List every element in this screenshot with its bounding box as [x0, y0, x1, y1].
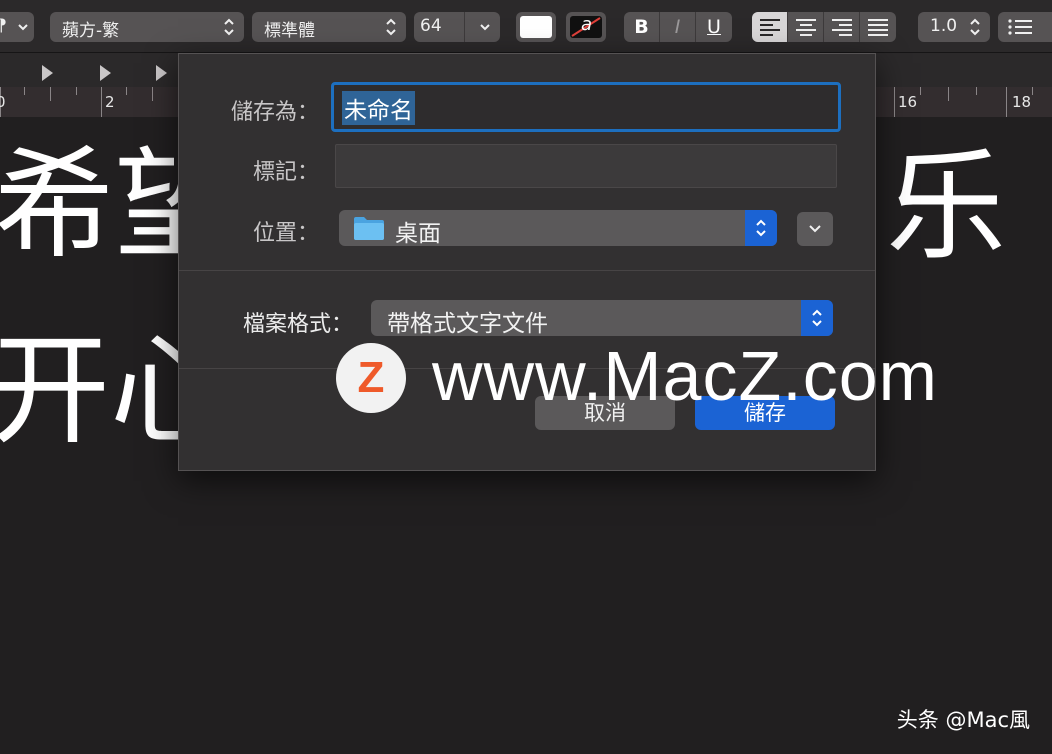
align-center-button[interactable] — [788, 12, 824, 42]
updown-chevron-icon — [224, 18, 234, 36]
underline-label: U — [707, 16, 721, 38]
file-format-stepper[interactable] — [801, 300, 833, 336]
save-as-input[interactable]: 未命名 — [331, 82, 841, 132]
watermark-site: www.MacZ.com — [432, 337, 938, 415]
ruler-number: 18 — [1012, 93, 1032, 111]
format-toolbar: ⁋ 蘋方-繁 標準體 64 a — [0, 0, 1052, 53]
align-center-icon — [795, 19, 816, 36]
list-style-popup[interactable] — [998, 12, 1052, 42]
folder-icon — [354, 217, 384, 240]
save-as-label: 儲存為： — [230, 100, 319, 125]
updown-chevron-icon — [756, 219, 766, 237]
document-line-1-right[interactable]: 乐 — [886, 148, 1006, 268]
location-label: 位置： — [252, 221, 319, 246]
font-style-label: 標準體 — [264, 21, 315, 41]
alignment-buttons — [752, 12, 896, 42]
align-justify-icon — [868, 19, 888, 36]
align-left-icon — [759, 19, 780, 36]
updown-chevron-icon — [386, 18, 396, 36]
font-size-combo[interactable]: 64 — [414, 12, 500, 42]
ruler-number: 16 — [898, 93, 918, 111]
file-format-label: 檔案格式： — [242, 312, 353, 337]
text-style-buttons: B I U — [624, 12, 732, 42]
align-left-button[interactable] — [752, 12, 788, 42]
font-size-value: 64 — [420, 16, 442, 36]
tab-stop-marker[interactable] — [42, 65, 53, 81]
macz-logo: Z — [336, 343, 406, 413]
italic-button[interactable]: I — [660, 12, 696, 42]
bold-label: B — [634, 16, 649, 38]
updown-chevron-icon — [812, 309, 822, 327]
background-color-glyph: a — [581, 14, 593, 35]
chevron-down-icon — [480, 24, 490, 31]
align-justify-button[interactable] — [860, 12, 896, 42]
expand-dialog-button[interactable] — [797, 212, 833, 246]
font-family-popup[interactable]: 蘋方-繁 — [50, 12, 244, 42]
save-as-value: 未命名 — [342, 91, 415, 125]
font-family-label: 蘋方-繁 — [62, 21, 120, 41]
updown-chevron-icon — [970, 18, 980, 36]
underline-button[interactable]: U — [696, 12, 732, 42]
paragraph-style-label: ⁋ — [0, 16, 7, 36]
align-right-button[interactable] — [824, 12, 860, 42]
tags-field[interactable] — [335, 144, 837, 188]
tab-stop-marker[interactable] — [156, 65, 167, 81]
ruler-number: 2 — [105, 93, 115, 111]
source-credit: 头条 @Mac風 — [896, 708, 1030, 732]
chevron-down-icon — [809, 225, 821, 233]
align-right-icon — [831, 19, 852, 36]
macz-logo-letter: Z — [357, 353, 385, 402]
location-popup[interactable]: 桌面 — [339, 210, 777, 247]
location-value: 桌面 — [395, 221, 441, 247]
background-color-well[interactable]: a — [566, 12, 606, 42]
line-spacing-value: 1.0 — [930, 16, 958, 36]
bulleted-list-icon — [1008, 19, 1032, 35]
chevron-down-icon — [18, 24, 28, 31]
paragraph-style-popup[interactable]: ⁋ — [0, 12, 34, 42]
tags-label: 標記： — [252, 160, 319, 185]
file-format-value: 帶格式文字文件 — [387, 311, 548, 337]
bold-button[interactable]: B — [624, 12, 660, 42]
ruler-number: 0 — [0, 93, 6, 111]
text-color-well[interactable] — [516, 12, 556, 42]
file-format-popup[interactable]: 帶格式文字文件 — [371, 300, 833, 337]
location-stepper[interactable] — [745, 210, 777, 246]
italic-label: I — [674, 16, 681, 38]
line-spacing-popup[interactable]: 1.0 — [918, 12, 990, 42]
font-style-popup[interactable]: 標準體 — [252, 12, 406, 42]
tab-stop-marker[interactable] — [100, 65, 111, 81]
